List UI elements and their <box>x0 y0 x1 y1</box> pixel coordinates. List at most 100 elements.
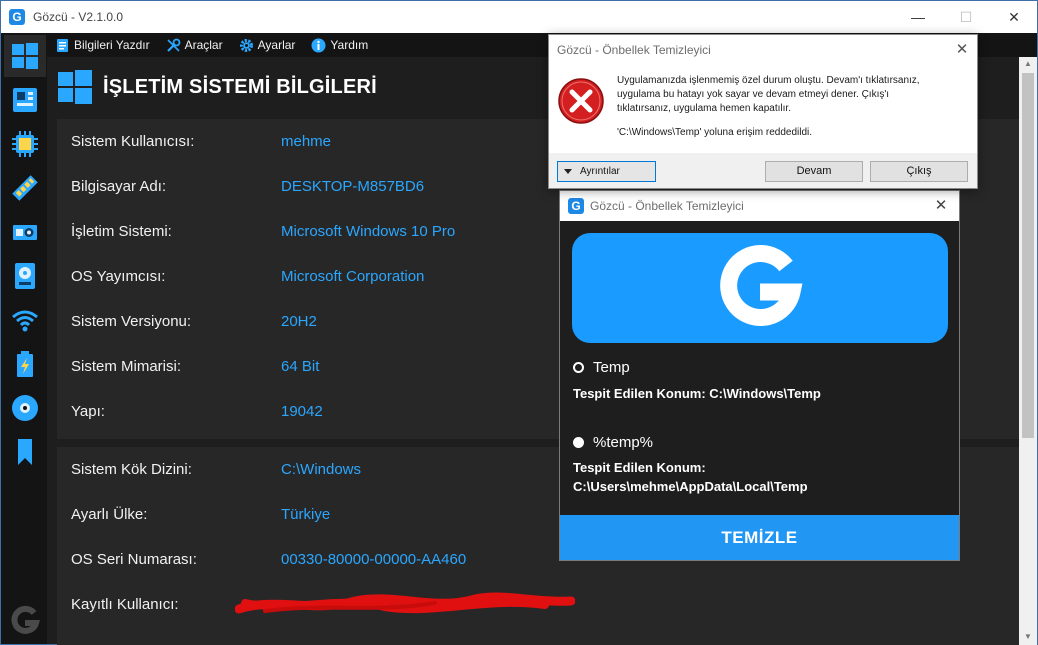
close-button[interactable]: ✕ <box>991 1 1037 33</box>
temp-location-value: C:\Windows\Temp <box>709 386 821 401</box>
user-temp-location: Tespit Edilen Konum: C:\Users\mehme\AppD… <box>573 458 808 496</box>
windows-logo-icon <box>58 70 92 104</box>
sidebar-item-ram[interactable] <box>4 167 46 209</box>
gozcu-app-icon: G <box>568 198 584 214</box>
error-body: Uygulamanızda işlenmemiş özel durum oluş… <box>549 65 977 153</box>
scroll-up-icon[interactable]: ▲ <box>1019 57 1037 71</box>
info-label: Sistem Mimarisi: <box>71 358 182 375</box>
bookmark-icon <box>18 439 32 465</box>
menu-print-info-label: Bilgileri Yazdır <box>74 38 150 52</box>
info-value: 64 Bit <box>281 358 320 375</box>
minimize-button[interactable]: — <box>895 1 941 33</box>
temp-location-label: Tespit Edilen Konum: <box>573 386 706 401</box>
main-window-title: Gözcü - V2.1.0.0 <box>33 10 124 24</box>
cleaner-window-title: Gözcü - Önbellek Temizleyici <box>590 199 744 213</box>
info-label: Sistem Kullanıcısı: <box>71 133 195 150</box>
main-titlebar[interactable]: G Gözcü - V2.1.0.0 — ☐ ✕ <box>1 1 1037 33</box>
cleaner-close-button[interactable]: ✕ <box>923 191 959 221</box>
menu-help-label: Yardım <box>330 38 369 52</box>
error-dialog-title: Gözcü - Önbellek Temizleyici <box>557 43 711 57</box>
sidebar-item-bookmark[interactable] <box>4 431 46 473</box>
gozcu-logo-icon <box>720 245 803 327</box>
info-value: 00330-80000-00000-AA460 <box>281 551 467 568</box>
page-header: İŞLETİM SİSTEMİ BİLGİLERİ <box>57 67 377 107</box>
cache-cleaner-window: G Gözcü - Önbellek Temizleyici ✕ Temp Te… <box>559 190 960 561</box>
continue-button[interactable]: Devam <box>765 161 863 182</box>
details-button[interactable]: Ayrıntılar <box>557 161 656 182</box>
info-value: 20H2 <box>281 313 317 330</box>
sidebar-item-motherboard[interactable] <box>4 79 46 121</box>
motherboard-icon <box>13 88 37 112</box>
info-label: OS Yayımcısı: <box>71 268 166 285</box>
gpu-icon <box>13 225 37 240</box>
error-detail-line: 'C:\Windows\Temp' yoluna erişim reddedil… <box>617 127 813 138</box>
error-message-line: Uygulamanızda işlenmemiş özel durum oluş… <box>617 75 920 86</box>
info-label: Bilgisayar Adı: <box>71 178 167 195</box>
page-title: İŞLETİM SİSTEMİ BİLGİLERİ <box>103 75 377 98</box>
ram-icon <box>12 175 38 201</box>
chevron-down-icon <box>564 169 572 174</box>
maximize-button[interactable]: ☐ <box>943 1 989 33</box>
option-temp[interactable]: Temp <box>573 359 630 376</box>
info-label: Sistem Versiyonu: <box>71 313 192 330</box>
cleaner-titlebar[interactable]: G Gözcü - Önbellek Temizleyici ✕ <box>560 191 959 221</box>
info-label: Yapı: <box>71 403 105 420</box>
sidebar-item-gpu[interactable] <box>4 211 46 253</box>
gear-icon <box>239 38 253 52</box>
sidebar-item-battery[interactable] <box>4 343 46 385</box>
info-value: 19042 <box>281 403 323 420</box>
left-sidebar <box>1 33 47 644</box>
tools-icon <box>166 38 180 52</box>
option-temp-label: Temp <box>593 359 630 376</box>
optical-disc-icon <box>12 395 38 421</box>
disk-icon <box>15 263 35 289</box>
error-icon <box>558 78 604 124</box>
user-temp-location-value: C:\Users\mehme\AppData\Local\Temp <box>573 479 808 494</box>
error-message-line: tıklatırsanız, uygulama hemen kapatılır. <box>617 103 791 114</box>
info-value: Türkiye <box>281 506 331 523</box>
windows-icon <box>12 43 38 69</box>
info-value: mehme <box>281 133 332 150</box>
print-info-icon <box>57 38 68 52</box>
menu-help[interactable]: Yardım <box>303 33 376 57</box>
battery-icon <box>17 351 33 377</box>
menu-settings[interactable]: Ayarlar <box>231 33 304 57</box>
gozcu-logo-icon <box>11 605 41 634</box>
sidebar-item-network[interactable] <box>4 299 46 341</box>
info-label: Kayıtlı Kullanıcı: <box>71 596 179 613</box>
user-temp-location-label: Tespit Edilen Konum: <box>573 460 706 475</box>
error-close-button[interactable]: ✕ <box>947 35 977 65</box>
error-dialog: Gözcü - Önbellek Temizleyici ✕ Uygulaman… <box>548 34 978 189</box>
sidebar-item-optical[interactable] <box>4 387 46 429</box>
option-user-temp[interactable]: %temp% <box>573 434 653 451</box>
info-label: Sistem Kök Dizini: <box>71 461 192 478</box>
sidebar-item-cpu[interactable] <box>4 123 46 165</box>
exit-button[interactable]: Çıkış <box>870 161 968 182</box>
cleaner-banner <box>572 233 948 343</box>
info-label: OS Seri Numarası: <box>71 551 197 568</box>
info-value: DESKTOP-M857BD6 <box>281 178 425 195</box>
info-value: Microsoft Corporation <box>281 268 425 285</box>
redaction-scribble <box>235 592 575 614</box>
temp-location: Tespit Edilen Konum: C:\Windows\Temp <box>573 384 821 403</box>
wifi-icon <box>12 310 38 332</box>
error-message-line: uygulama bu hatayı yok sayar ve devam et… <box>617 89 890 100</box>
scroll-down-icon[interactable]: ▼ <box>1019 630 1037 644</box>
radio-user-temp[interactable] <box>573 437 584 448</box>
info-value: Microsoft Windows 10 Pro <box>281 223 456 240</box>
menu-tools-label: Araçlar <box>184 38 223 52</box>
menu-settings-label: Ayarlar <box>257 38 296 52</box>
menu-tools[interactable]: Araçlar <box>158 33 231 57</box>
clean-button[interactable]: TEMİZLE <box>560 515 959 560</box>
gozcu-app-icon: G <box>9 9 25 25</box>
info-label: Ayarlı Ülke: <box>71 506 148 523</box>
info-value: C:\Windows <box>281 461 362 478</box>
scroll-thumb[interactable] <box>1022 73 1034 438</box>
sidebar-item-disk[interactable] <box>4 255 46 297</box>
sidebar-item-os[interactable] <box>4 35 46 77</box>
menu-print-info[interactable]: Bilgileri Yazdır <box>47 33 158 57</box>
main-scrollbar[interactable]: ▲ ▼ <box>1019 57 1037 645</box>
error-titlebar[interactable]: Gözcü - Önbellek Temizleyici ✕ <box>549 35 977 65</box>
radio-temp[interactable] <box>573 362 584 373</box>
info-label: İşletim Sistemi: <box>71 223 172 240</box>
